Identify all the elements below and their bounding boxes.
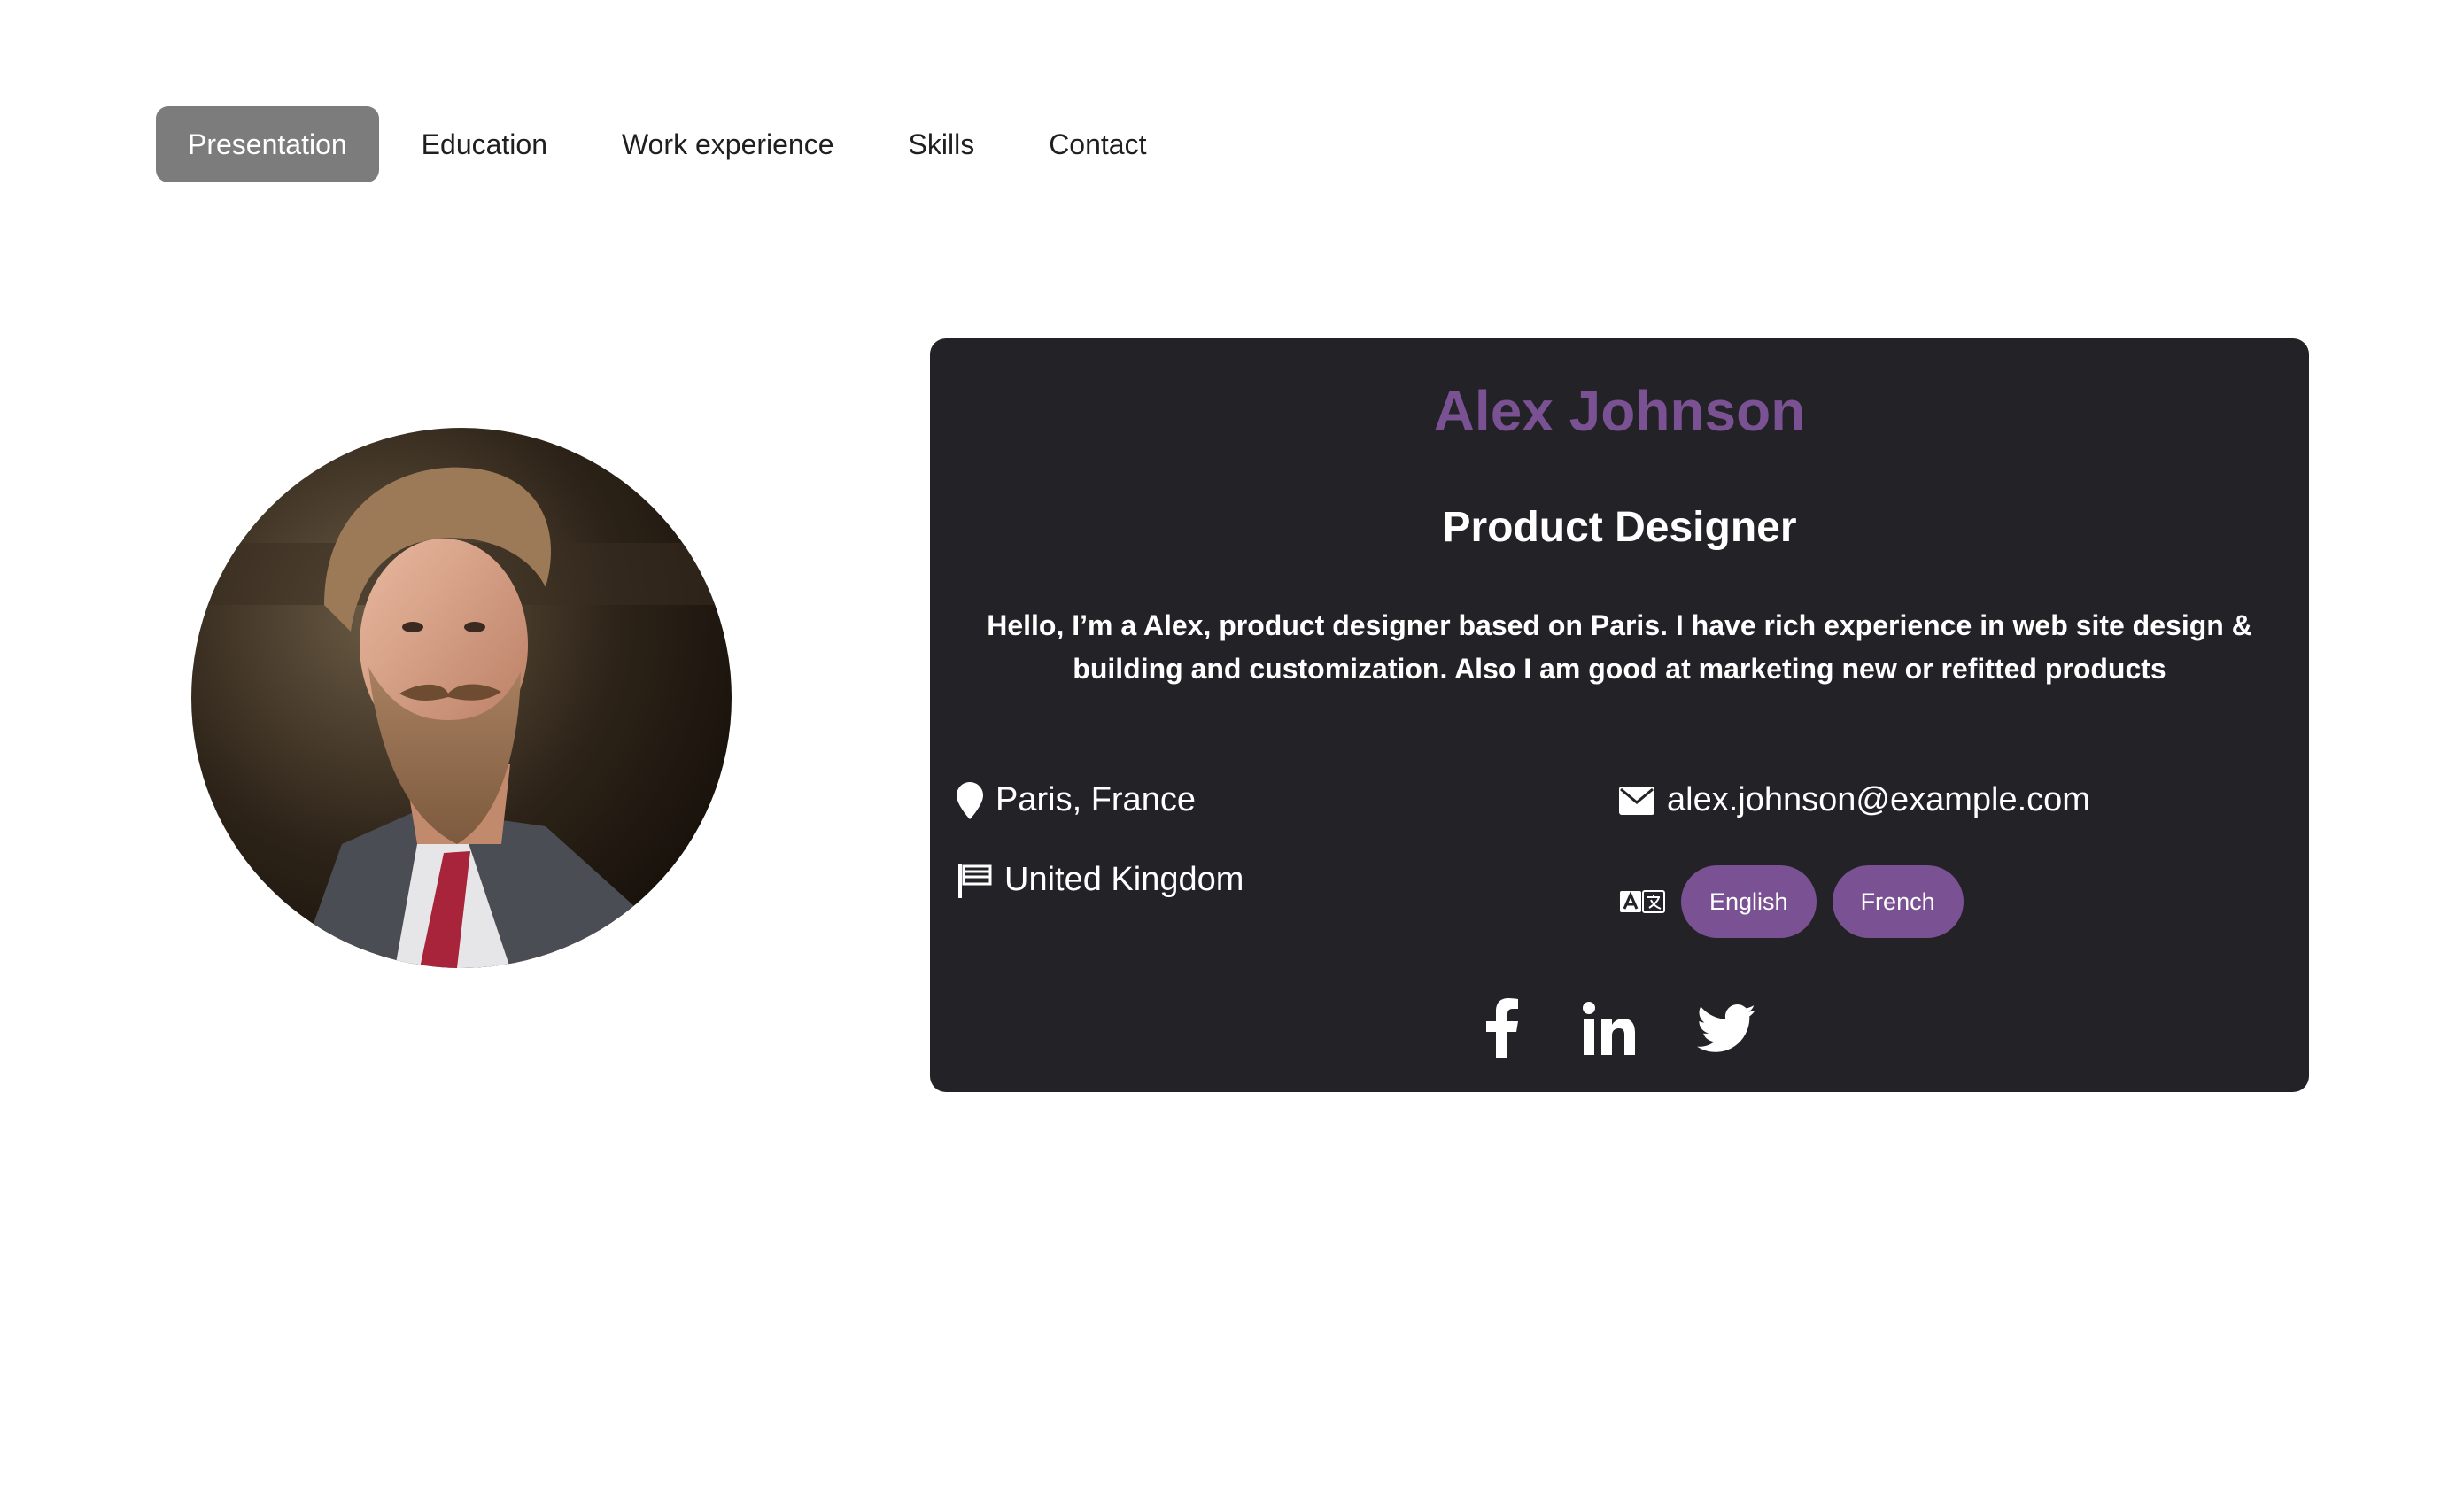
envelope-icon <box>1619 786 1654 815</box>
translate-icon <box>1620 890 1665 913</box>
location-row: Paris, France <box>957 781 1196 819</box>
social-links <box>930 998 2309 1058</box>
profile-photo <box>191 428 732 968</box>
country-row: United Kingdom <box>957 861 1244 899</box>
tab-education[interactable]: Education <box>390 106 579 182</box>
email-row: alex.johnson@example.com <box>1619 781 2090 819</box>
profile-name: Alex Johnson <box>1433 379 1806 443</box>
languages-row: English French <box>1619 865 1964 938</box>
language-english[interactable]: English <box>1681 865 1817 938</box>
location-text: Paris, France <box>996 781 1196 818</box>
tab-skills[interactable]: Skills <box>877 106 1007 182</box>
facebook-icon[interactable] <box>1484 998 1520 1058</box>
profile-role: Product Designer <box>1442 504 1797 551</box>
tab-work-experience[interactable]: Work experience <box>590 106 866 182</box>
profile-card: Alex Johnson Product Designer Hello, I’m… <box>930 338 2309 1092</box>
flag-icon <box>958 864 992 898</box>
tab-presentation[interactable]: Presentation <box>156 106 379 182</box>
twitter-icon[interactable] <box>1696 1004 1755 1052</box>
country-text: United Kingdom <box>1004 861 1244 898</box>
email-text[interactable]: alex.johnson@example.com <box>1667 781 2090 819</box>
linkedin-icon[interactable] <box>1582 1002 1635 1055</box>
tab-contact[interactable]: Contact <box>1017 106 1178 182</box>
main-nav: Presentation Education Work experience S… <box>156 106 1178 182</box>
map-pin-icon <box>957 781 983 819</box>
language-french[interactable]: French <box>1832 865 1964 938</box>
profile-bio: Hello, I’m a Alex, product designer base… <box>987 609 2252 685</box>
